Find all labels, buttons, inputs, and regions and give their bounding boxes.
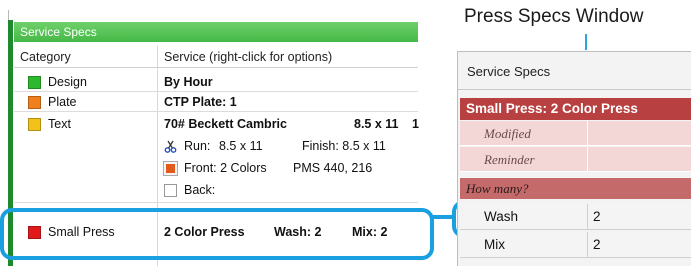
scissors-icon bbox=[164, 140, 177, 153]
how-many-label: How many? bbox=[466, 181, 529, 196]
finish-size: Finish: 8.5 x 11 bbox=[302, 139, 386, 153]
press-specs-caption: Press Specs Window bbox=[464, 6, 644, 27]
reminder-row[interactable]: Reminder bbox=[460, 147, 691, 172]
front-colors: Front: 2 Colors bbox=[184, 161, 267, 175]
front-ink-swatch-icon bbox=[163, 161, 178, 176]
service-column-header[interactable]: Service (right-click for options) bbox=[164, 50, 332, 64]
row-divider bbox=[14, 202, 418, 203]
mix-label: Mix bbox=[484, 237, 505, 252]
column-divider bbox=[587, 147, 588, 172]
front-detail-row: Front: 2 Colors PMS 440, 216 bbox=[14, 159, 418, 177]
back-colors: Back: bbox=[184, 183, 216, 197]
row-divider bbox=[14, 111, 418, 112]
column-divider bbox=[587, 232, 588, 258]
service-value: 70# Beckett Cambric bbox=[164, 117, 287, 131]
row-divider bbox=[14, 91, 418, 92]
category-label: Design bbox=[48, 75, 87, 89]
wash-field-row[interactable]: Wash 2 bbox=[460, 204, 691, 230]
how-many-subheader: How many? bbox=[460, 178, 691, 199]
column-divider bbox=[587, 121, 588, 146]
modified-row[interactable]: Modified bbox=[460, 121, 691, 146]
service-value: By Hour bbox=[164, 75, 213, 89]
category-label: Plate bbox=[48, 95, 77, 109]
stock-quantity: 1 bbox=[412, 117, 419, 131]
service-value: CTP Plate: 1 bbox=[164, 95, 237, 109]
back-detail-row: Back: bbox=[14, 181, 418, 199]
modified-label: Modified bbox=[484, 126, 531, 141]
run-label: Run: bbox=[184, 139, 211, 153]
back-ink-swatch-icon bbox=[164, 184, 177, 197]
category-label: Text bbox=[48, 117, 71, 131]
service-row-plate[interactable]: Plate CTP Plate: 1 bbox=[14, 93, 418, 111]
table-header: Category Service (right-click for option… bbox=[14, 46, 418, 68]
title-divider bbox=[458, 89, 691, 90]
plate-color-swatch bbox=[28, 96, 41, 109]
run-size: 8.5 x 11 bbox=[219, 139, 263, 153]
small-press-highlight bbox=[0, 208, 434, 260]
mix-value-input[interactable]: 2 bbox=[593, 237, 601, 252]
stock-size: 8.5 x 11 bbox=[354, 117, 399, 131]
wash-value-input[interactable]: 2 bbox=[593, 209, 601, 224]
reminder-label: Reminder bbox=[484, 152, 535, 167]
wash-label: Wash bbox=[484, 209, 519, 224]
section-header: Small Press: 2 Color Press bbox=[460, 98, 691, 120]
panel-title: Service Specs bbox=[14, 22, 418, 42]
category-column-header[interactable]: Category bbox=[20, 50, 71, 64]
column-divider bbox=[587, 204, 588, 230]
design-color-swatch bbox=[28, 76, 41, 89]
service-row-design[interactable]: Design By Hour bbox=[14, 73, 418, 91]
caption-pointer bbox=[585, 34, 587, 50]
service-row-text[interactable]: Text 70# Beckett Cambric 8.5 x 11 1 bbox=[14, 115, 419, 133]
text-color-swatch bbox=[28, 118, 41, 131]
mix-field-row[interactable]: Mix 2 bbox=[460, 232, 691, 258]
front-pms: PMS 440, 216 bbox=[293, 161, 373, 175]
run-detail-row: Run: 8.5 x 11 Finish: 8.5 x 11 bbox=[14, 137, 418, 155]
window-title: Service Specs bbox=[467, 64, 551, 79]
